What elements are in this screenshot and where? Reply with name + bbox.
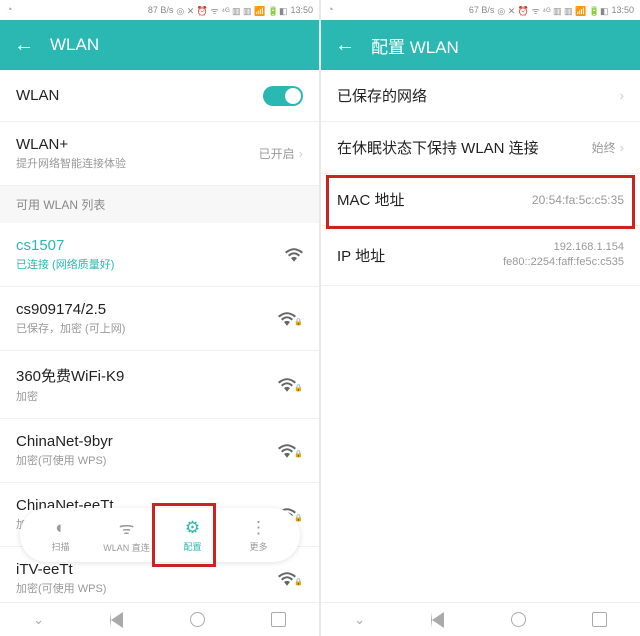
bottom-toolbar: ◐ 扫描 ᯤ WLAN 直连 ⚙ 配置 ⋮ 更多 [20, 508, 300, 562]
status-icons: ◎ ✕ ⏰ ᯤ ⁴ᴳ ▥ ▥ 📶 🔋◧ [176, 4, 287, 17]
nav-home-icon[interactable] [190, 612, 205, 627]
scan-icon: ◐ [55, 518, 65, 538]
config-label: 配置 [183, 540, 201, 553]
more-label: 更多 [249, 540, 267, 553]
network-row[interactable]: cs1507 已连接 (网络质量好) [0, 223, 319, 287]
available-networks-header: 可用 WLAN 列表 [0, 186, 319, 223]
mac-label: MAC 地址 [337, 189, 532, 210]
wlan-screen: ◔ 87 B/s ◎ ✕ ⏰ ᯤ ⁴ᴳ ▥ ▥ 📶 🔋◧ 13:50 ← WLA… [0, 0, 319, 636]
config-button[interactable]: ⚙ 配置 [163, 518, 223, 553]
content-area: WLAN WLAN+ 提升网络智能连接体验 已开启 › 可用 WLAN 列表 c… [0, 70, 319, 602]
nav-chevron-icon[interactable]: ⌄ [354, 612, 365, 628]
ip-address-row: IP 地址 192.168.1.154 fe80::2254:faff:fe5c… [321, 226, 640, 286]
sleep-label: 在休眠状态下保持 WLAN 连接 [337, 137, 592, 158]
nav-chevron-icon[interactable]: ⌄ [33, 612, 44, 628]
sleep-wlan-row[interactable]: 在休眠状态下保持 WLAN 连接 始终 › [321, 122, 640, 174]
network-row[interactable]: 360免费WiFi-K9 加密 🔒 [0, 351, 319, 419]
network-name: 360免费WiFi-K9 [16, 365, 278, 386]
clock: 13:50 [611, 5, 634, 15]
ip-v4: 192.168.1.154 [503, 240, 624, 255]
network-name: ChinaNet-9byr [16, 433, 278, 450]
network-sub: 加密(可使用 WPS) [16, 452, 278, 468]
wifi-direct-icon: ᯤ [119, 516, 135, 539]
network-name: cs909174/2.5 [16, 301, 278, 318]
more-button[interactable]: ⋮ 更多 [229, 518, 289, 553]
network-name: cs1507 [16, 237, 285, 254]
saved-networks-row[interactable]: 已保存的网络 › [321, 70, 640, 122]
speed-indicator: 67 B/s [469, 5, 495, 15]
nav-home-icon[interactable] [511, 612, 526, 627]
app-header: ← WLAN [0, 20, 319, 70]
clock: 13:50 [290, 5, 313, 15]
nav-back-icon[interactable] [110, 612, 123, 628]
nav-recent-icon[interactable] [592, 612, 607, 627]
wlan-toggle-row[interactable]: WLAN [0, 70, 319, 122]
network-row[interactable]: cs909174/2.5 已保存，加密 (可上网) 🔒 [0, 287, 319, 351]
status-bar: ◔ 67 B/s ◎ ✕ ⏰ ᯤ ⁴ᴳ ▥ ▥ 📶 🔋◧ 13:50 [321, 0, 640, 20]
speed-indicator: 87 B/s [148, 5, 174, 15]
status-icons: ◎ ✕ ⏰ ᯤ ⁴ᴳ ▥ ▥ 📶 🔋◧ [497, 4, 608, 17]
wifi-icon [285, 248, 303, 262]
chevron-right-icon: › [620, 140, 624, 155]
wlan-plus-title: WLAN+ [16, 136, 259, 153]
content-area: 已保存的网络 › 在休眠状态下保持 WLAN 连接 始终 › MAC 地址 20… [321, 70, 640, 602]
back-icon[interactable]: ← [14, 34, 34, 57]
gear-icon: ⚙ [185, 518, 200, 538]
notif-icon: ◔ [6, 4, 13, 16]
lock-icon: 🔒 [294, 578, 303, 586]
network-sub: 已连接 (网络质量好) [16, 256, 285, 272]
network-row[interactable]: ChinaNet-9byr 加密(可使用 WPS) 🔒 [0, 419, 319, 483]
network-sub: 加密(可使用 WPS) [16, 580, 278, 596]
system-nav-bar: ⌄ [321, 602, 640, 636]
network-sub: 加密 [16, 388, 278, 404]
wlan-plus-row[interactable]: WLAN+ 提升网络智能连接体验 已开启 › [0, 122, 319, 186]
app-header: ← 配置 WLAN [321, 20, 640, 70]
wlan-plus-status: 已开启 [259, 145, 295, 162]
network-sub: 已保存，加密 (可上网) [16, 320, 278, 336]
scan-button[interactable]: ◐ 扫描 [31, 518, 91, 553]
back-icon[interactable]: ← [335, 34, 355, 57]
wlan-toggle[interactable] [263, 86, 303, 106]
status-bar: ◔ 87 B/s ◎ ✕ ⏰ ᯤ ⁴ᴳ ▥ ▥ 📶 🔋◧ 13:50 [0, 0, 319, 20]
wlan-direct-button[interactable]: ᯤ WLAN 直连 [97, 516, 157, 554]
nav-back-icon[interactable] [431, 612, 444, 628]
mac-value: 20:54:fa:5c:c5:35 [532, 193, 624, 207]
sleep-value: 始终 [592, 139, 616, 156]
system-nav-bar: ⌄ [0, 602, 319, 636]
network-name: iTV-eeTt [16, 561, 278, 578]
ip-label: IP 地址 [337, 245, 503, 266]
ip-v6: fe80::2254:faff:fe5c:c535 [503, 255, 624, 270]
page-title: WLAN [50, 35, 99, 55]
more-icon: ⋮ [250, 518, 267, 538]
lock-icon: 🔒 [294, 450, 303, 458]
nav-recent-icon[interactable] [271, 612, 286, 627]
chevron-right-icon: › [620, 88, 624, 103]
chevron-right-icon: › [299, 146, 303, 161]
scan-label: 扫描 [51, 540, 69, 553]
wlan-plus-sub: 提升网络智能连接体验 [16, 155, 259, 171]
saved-label: 已保存的网络 [337, 85, 620, 106]
mac-address-row: MAC 地址 20:54:fa:5c:c5:35 [321, 174, 640, 226]
page-title: 配置 WLAN [371, 33, 459, 58]
wlan-config-screen: ◔ 67 B/s ◎ ✕ ⏰ ᯤ ⁴ᴳ ▥ ▥ 📶 🔋◧ 13:50 ← 配置 … [321, 0, 640, 636]
direct-label: WLAN 直连 [103, 541, 150, 554]
lock-icon: 🔒 [294, 318, 303, 326]
notif-icon: ◔ [327, 4, 334, 16]
wlan-label: WLAN [16, 87, 263, 104]
lock-icon: 🔒 [294, 384, 303, 392]
